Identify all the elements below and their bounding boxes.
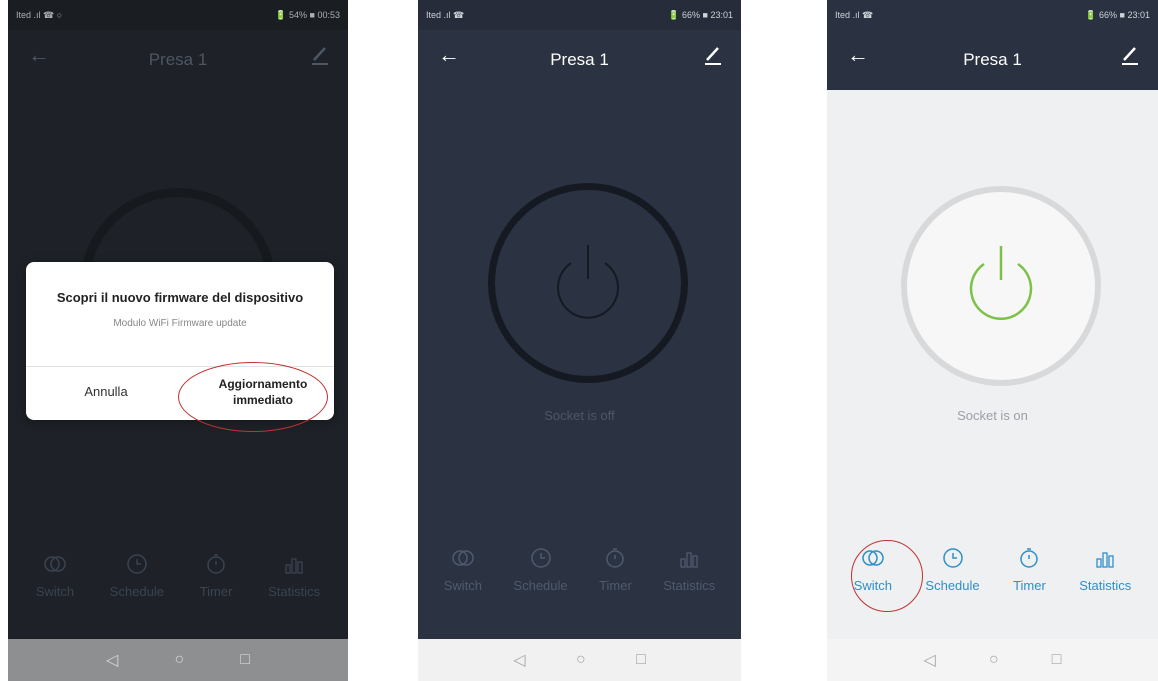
power-icon xyxy=(557,245,619,319)
status-bar: Ited .ıl ☎ 🔋 66% ■ 23:01 xyxy=(418,0,741,30)
bar-chart-icon xyxy=(1096,552,1114,568)
edit-pencil-icon[interactable] xyxy=(703,44,723,71)
status-right: 🔋 54% ■ 00:53 xyxy=(275,9,340,20)
bar-chart-icon xyxy=(285,558,303,574)
app-header: ← Presa 1 xyxy=(8,30,348,90)
clock-icon xyxy=(530,548,551,568)
clock-icon xyxy=(942,548,963,568)
android-nav-bar: ◁ ○ □ xyxy=(827,639,1158,681)
status-right: 🔋 66% ■ 23:01 xyxy=(1085,9,1150,20)
tab-switch[interactable]: Switch xyxy=(36,552,74,599)
tab-statistics[interactable]: Statistics xyxy=(268,552,320,599)
stopwatch-icon xyxy=(606,548,625,568)
tab-timer[interactable]: Timer xyxy=(199,552,233,599)
socket-state-text: Socket is on xyxy=(957,408,1028,423)
nav-recents-icon[interactable]: □ xyxy=(636,651,646,669)
tab-switch[interactable]: Switch xyxy=(444,546,482,593)
tab-label: Timer xyxy=(599,578,632,593)
page-title: Presa 1 xyxy=(963,50,1022,69)
tab-statistics[interactable]: Statistics xyxy=(663,546,715,593)
tab-label: Statistics xyxy=(663,578,716,593)
status-bar: Ited .ıl ☎ ○ 🔋 54% ■ 00:53 xyxy=(8,0,348,30)
tab-label: Schedule xyxy=(109,584,165,599)
switch-toggle-icon xyxy=(44,556,66,572)
tab-label: Switch xyxy=(443,578,482,593)
bar-chart-icon xyxy=(680,552,698,568)
edit-pencil-icon[interactable] xyxy=(1120,44,1140,71)
android-nav-bar: ◁ ○ □ xyxy=(8,639,348,681)
app-header: ← Presa 1 xyxy=(418,30,741,90)
back-arrow-icon[interactable]: ← xyxy=(438,44,460,66)
edit-pencil-icon[interactable] xyxy=(310,44,330,71)
nav-home-icon[interactable]: ○ xyxy=(576,651,586,669)
tab-statistics[interactable]: Statistics xyxy=(1079,546,1131,593)
clock-icon xyxy=(127,554,147,574)
dialog-title: Scopri il nuovo firmware del dispositivo xyxy=(56,290,304,305)
page-title: Presa 1 xyxy=(148,50,208,69)
status-right: 🔋 66% ■ 23:01 xyxy=(668,9,733,20)
tab-label: Statistics xyxy=(268,584,321,599)
stopwatch-icon xyxy=(1020,548,1039,568)
nav-recents-icon[interactable]: □ xyxy=(240,651,250,669)
stopwatch-icon xyxy=(207,554,225,574)
tab-label: Timer xyxy=(1013,578,1046,593)
tab-timer[interactable]: Timer xyxy=(1013,546,1046,593)
bottom-tab-bar: Switch Schedule Timer Statistics xyxy=(418,546,741,593)
phone-firmware-dialog: Ited .ıl ☎ ○ 🔋 54% ■ 00:53 ← Presa 1 Swi… xyxy=(8,0,348,681)
android-nav-bar: ◁ ○ □ xyxy=(418,639,741,681)
tab-label: Timer xyxy=(199,584,233,599)
tab-label: Schedule xyxy=(925,578,980,593)
status-left: Ited .ıl ☎ xyxy=(835,9,874,20)
phone-socket-on: Ited .ıl ☎ 🔋 66% ■ 23:01 ← Presa 1 Socke… xyxy=(827,0,1158,681)
back-arrow-icon[interactable]: ← xyxy=(28,44,50,66)
switch-toggle-icon xyxy=(452,550,474,566)
tab-schedule[interactable]: Schedule xyxy=(513,546,568,593)
firmware-update-dialog: Scopri il nuovo firmware del dispositivo… xyxy=(26,262,334,432)
nav-back-icon[interactable]: ◁ xyxy=(106,650,118,670)
nav-home-icon[interactable]: ○ xyxy=(174,651,184,669)
tab-label: Switch xyxy=(35,584,75,599)
tab-schedule[interactable]: Schedule xyxy=(110,552,164,599)
dialog-subtitle: Modulo WiFi Firmware update xyxy=(113,318,247,329)
power-button[interactable] xyxy=(901,186,1101,386)
nav-back-icon[interactable]: ◁ xyxy=(924,650,936,670)
power-button[interactable] xyxy=(488,183,688,383)
phone-socket-off: Ited .ıl ☎ 🔋 66% ■ 23:01 ← Presa 1 Socke… xyxy=(418,0,741,681)
nav-back-icon[interactable]: ◁ xyxy=(513,650,525,670)
status-left: Ited .ıl ☎ ○ xyxy=(16,9,63,20)
power-icon xyxy=(969,246,1033,320)
tab-label: Schedule xyxy=(513,578,568,593)
nav-recents-icon[interactable]: □ xyxy=(1052,651,1062,669)
app-header: ← Presa 1 xyxy=(827,30,1158,90)
tab-label: Statistics xyxy=(1079,578,1132,593)
cancel-button[interactable]: Annulla xyxy=(46,384,166,399)
highlight-circle xyxy=(851,540,923,612)
tab-timer[interactable]: Timer xyxy=(599,546,632,593)
status-bar: Ited .ıl ☎ 🔋 66% ■ 23:01 xyxy=(827,0,1158,30)
socket-state-text: Socket is off xyxy=(544,408,615,423)
page-title: Presa 1 xyxy=(550,50,609,69)
status-left: Ited .ıl ☎ xyxy=(426,9,465,20)
highlight-circle xyxy=(178,362,328,432)
bottom-tab-bar: Switch Schedule Timer Statistics xyxy=(8,552,348,599)
nav-home-icon[interactable]: ○ xyxy=(989,651,999,669)
tab-schedule[interactable]: Schedule xyxy=(925,546,980,593)
back-arrow-icon[interactable]: ← xyxy=(847,44,869,66)
